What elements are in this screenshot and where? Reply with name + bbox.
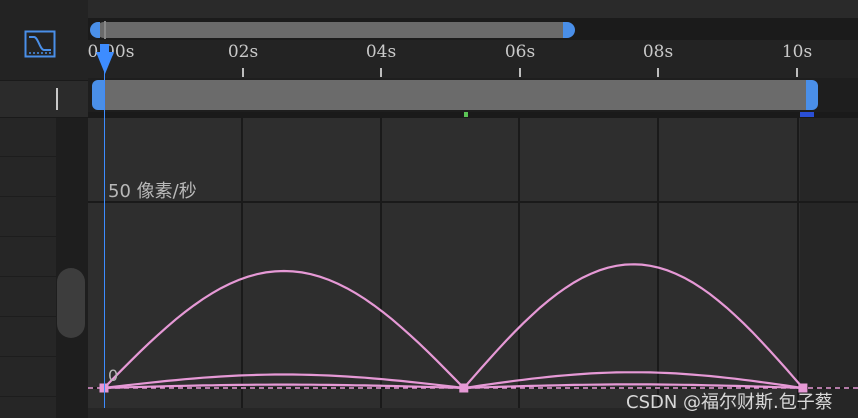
keyframe-point[interactable] (459, 383, 469, 393)
layer-row-divider (0, 316, 56, 317)
ruler-tick-label: 04s (365, 42, 397, 62)
layer-divider-mark (56, 88, 58, 110)
speed-graph[interactable] (88, 118, 858, 418)
time-ruler[interactable] (88, 40, 858, 78)
work-area-bar[interactable] (102, 80, 806, 110)
work-area-end-handle[interactable] (806, 80, 818, 110)
work-area-start-handle[interactable] (92, 80, 104, 110)
layer-row-divider (0, 196, 56, 197)
navigator-current-time-mark (104, 21, 106, 39)
watermark-text: CSDN @福尔财斯.包子蔡 (626, 392, 833, 413)
layer-row-divider (0, 396, 56, 397)
end-marker[interactable] (800, 112, 814, 117)
layer-list (0, 118, 56, 418)
graph-editor-icon[interactable] (24, 30, 56, 58)
speed-axis-label: 50 像素/秒 (108, 181, 197, 202)
ruler-tick-mark (519, 68, 521, 77)
ruler-tick-mark (380, 68, 382, 77)
ruler-tick-label: 10s (781, 42, 813, 62)
vertical-scroll-thumb[interactable] (57, 268, 85, 338)
playhead-line[interactable] (104, 60, 105, 408)
time-navigator-range[interactable] (96, 22, 566, 38)
ruler-tick-mark (796, 68, 798, 77)
keyframe-marker[interactable] (464, 112, 468, 117)
ruler-tick-label: 08s (642, 42, 674, 62)
layer-row-divider (0, 356, 56, 357)
ruler-tick-mark (242, 68, 244, 77)
playhead-handle[interactable] (96, 52, 114, 74)
ruler-tick-label: 02s (227, 42, 259, 62)
ruler-tick-mark (657, 68, 659, 77)
layer-row-divider (0, 276, 56, 277)
layer-row-divider (0, 236, 56, 237)
ruler-tick-label: 06s (504, 42, 536, 62)
layer-row-divider (0, 156, 56, 157)
left-panel-header (0, 80, 88, 118)
navigator-start-handle[interactable] (90, 22, 100, 38)
zero-axis-label: 0 (108, 366, 119, 385)
